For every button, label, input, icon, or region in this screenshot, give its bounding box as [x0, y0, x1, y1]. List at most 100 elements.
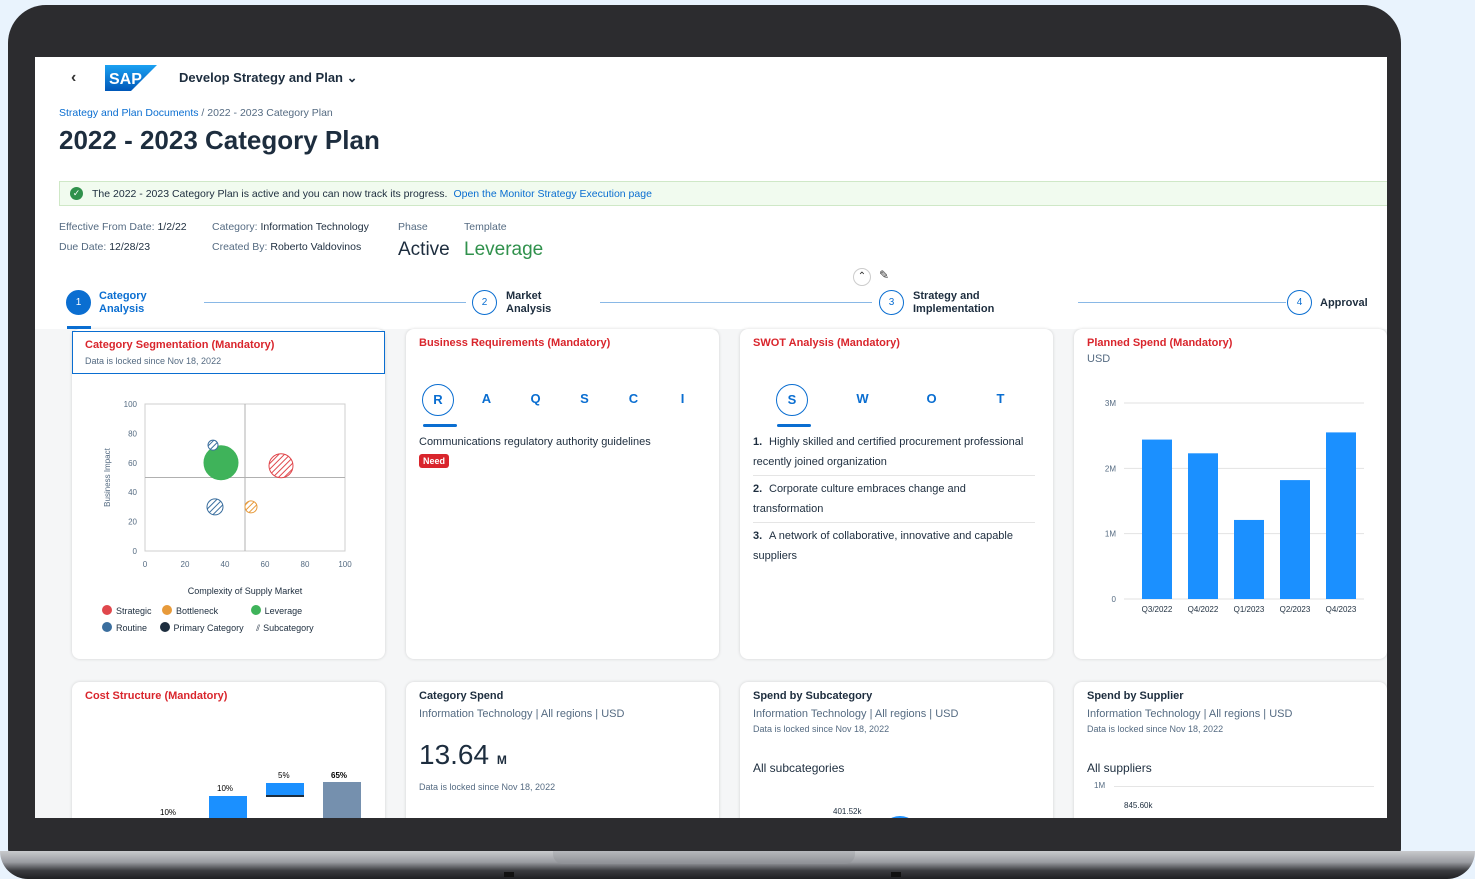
swot-tabs: S W O T — [768, 384, 1035, 416]
bubble-routine — [206, 498, 224, 516]
card-lock-text: Data is locked since Nov 18, 2022 — [753, 724, 890, 734]
x-tick-label: 20 — [181, 560, 190, 569]
legend-leverage: Leverage — [250, 605, 302, 616]
effective-date: Effective From Date: 1/2/22 — [59, 221, 187, 233]
breadcrumb-sep: / — [198, 107, 208, 119]
app-screen: ‹ SAP Develop Strategy and Plan ⌄ Strate… — [35, 57, 1387, 818]
laptop-foot — [891, 872, 901, 877]
x-tick-label: Q4/2022 — [1188, 605, 1219, 614]
segmentation-card[interactable]: Category Segmentation (Mandatory) Data i… — [72, 329, 385, 659]
donut-chart — [880, 816, 920, 818]
x-tick-label: Q1/2023 — [1234, 605, 1265, 614]
filter-label[interactable]: All suppliers — [1087, 758, 1152, 778]
business-requirements-card[interactable]: Business Requirements (Mandatory) R A Q … — [406, 329, 719, 659]
created-by: Created By: Roberto Valdovinos — [212, 241, 362, 253]
segmentation-lock: Data is locked since Nov 18, 2022 — [85, 356, 222, 366]
tab-t[interactable]: T — [966, 384, 1035, 416]
template-value: Leverage — [464, 239, 544, 260]
bar — [1280, 480, 1310, 599]
need-badge: Need — [419, 454, 450, 468]
y-tick-label: 20 — [128, 518, 137, 527]
pin-icon[interactable]: ✎ — [879, 268, 889, 282]
check-icon: ✓ — [70, 187, 83, 200]
legend-dot — [102, 605, 112, 615]
waterfall-bar — [209, 796, 247, 818]
step-1-circle[interactable]: 1 — [66, 290, 91, 315]
step-connector — [1078, 302, 1286, 303]
laptop-notch — [553, 851, 855, 864]
card-title: Business Requirements (Mandatory) — [419, 337, 611, 349]
tab-a[interactable]: A — [462, 384, 511, 416]
legend-primary: Primary Category — [159, 622, 244, 633]
tab-q[interactable]: Q — [511, 384, 560, 416]
tab-r[interactable]: R — [422, 384, 454, 416]
laptop-frame: ‹ SAP Develop Strategy and Plan ⌄ Strate… — [8, 5, 1401, 855]
monitor-link[interactable]: Open the Monitor Strategy Execution page — [453, 188, 651, 200]
bubble-routine — [207, 439, 219, 451]
due-date: Due Date: 12/28/23 — [59, 241, 151, 253]
step-3-circle[interactable]: 3 — [879, 290, 904, 315]
tab-s[interactable]: S — [776, 384, 808, 416]
breadcrumb-link[interactable]: Strategy and Plan Documents — [59, 107, 199, 119]
step-connector — [204, 302, 466, 303]
bar-label: 65% — [331, 771, 348, 780]
bar-label: 845.60k — [1124, 801, 1153, 810]
y-tick-label: 80 — [128, 429, 137, 438]
donut-label: 401.52k — [833, 807, 862, 816]
legend-routine: Routine — [102, 622, 147, 633]
step-3-label[interactable]: Strategy and Implementation — [913, 290, 994, 316]
card-title: Category Spend — [419, 690, 504, 702]
spend-by-subcategory-card[interactable]: Spend by Subcategory Information Technol… — [740, 682, 1053, 818]
legend-strategic: Strategic — [102, 605, 152, 616]
filter-label[interactable]: All subcategories — [753, 758, 844, 778]
tab-w[interactable]: W — [828, 384, 897, 416]
y-tick-label: 40 — [128, 488, 137, 497]
category-spend-card[interactable]: Category Spend Information Technology | … — [406, 682, 719, 818]
tab-c[interactable]: C — [609, 384, 658, 416]
tab-s[interactable]: S — [560, 384, 609, 416]
y-axis-label: Business Impact — [103, 447, 112, 506]
card-title: Planned Spend (Mandatory) — [1087, 337, 1233, 349]
tab-indicator — [777, 424, 811, 427]
legend-dot — [250, 605, 261, 615]
x-axis-label: Complexity of Supply Market — [188, 586, 303, 596]
spend-by-supplier-card[interactable]: Spend by Supplier Information Technology… — [1074, 682, 1387, 818]
gridline — [1114, 786, 1374, 787]
y-tick-label: 0 — [133, 547, 138, 556]
back-icon[interactable]: ‹ — [71, 69, 76, 87]
step-4-circle[interactable]: 4 — [1287, 290, 1312, 315]
app-title-menu[interactable]: Develop Strategy and Plan ⌄ — [179, 70, 358, 86]
banner-text: The 2022 - 2023 Category Plan is active … — [92, 187, 448, 200]
collapse-header-icon[interactable]: ⌃ — [853, 268, 871, 286]
y-tick-label: 0 — [1112, 595, 1117, 604]
tab-i[interactable]: I — [658, 384, 707, 416]
swot-card[interactable]: SWOT Analysis (Mandatory) S W O T 1. High… — [740, 329, 1053, 659]
bar-label: 10% — [217, 784, 234, 793]
planned-spend-card[interactable]: Planned Spend (Mandatory) USD 0 1M 2M 3M Q3/… — [1074, 329, 1387, 659]
selected-card-outline: Category Segmentation (Mandatory) Data i… — [72, 331, 385, 374]
card-subtitle: Information Technology | All regions | U… — [1087, 708, 1293, 720]
step-2-label[interactable]: Market Analysis — [506, 290, 551, 316]
y-tick-label: 60 — [128, 459, 137, 468]
swot-item: 3. A network of collaborative, innovative… — [753, 530, 1013, 562]
x-tick-label: 60 — [261, 560, 270, 569]
step-4-label[interactable]: Approval — [1320, 297, 1368, 310]
tab-o[interactable]: O — [897, 384, 966, 416]
cost-structure-card[interactable]: Cost Structure (Mandatory) 10% 10% 5% 65… — [72, 682, 385, 818]
card-unit: USD — [1087, 353, 1111, 365]
step-2-circle[interactable]: 2 — [472, 290, 497, 315]
category-field: Category: Information Technology — [212, 221, 369, 233]
active-step-indicator — [67, 326, 91, 329]
legend-subcategory: ⫽ Subcategory — [256, 623, 314, 633]
step-1-label[interactable]: Category Analysis — [99, 290, 147, 316]
svg-text:SAP: SAP — [109, 71, 142, 88]
legend: Strategic Bottleneck Leverage Routine Pr… — [102, 605, 314, 634]
hatch-icon: ⫽ — [256, 623, 261, 633]
legend-dot — [162, 605, 173, 615]
segmentation-title: Category Segmentation (Mandatory) — [85, 339, 275, 351]
legend-bottleneck: Bottleneck — [162, 605, 218, 616]
x-tick-label: Q3/2022 — [1142, 605, 1173, 614]
waterfall-bar — [323, 782, 361, 818]
x-tick-label: Q2/2023 — [1280, 605, 1311, 614]
phase-label: Phase — [398, 221, 428, 233]
